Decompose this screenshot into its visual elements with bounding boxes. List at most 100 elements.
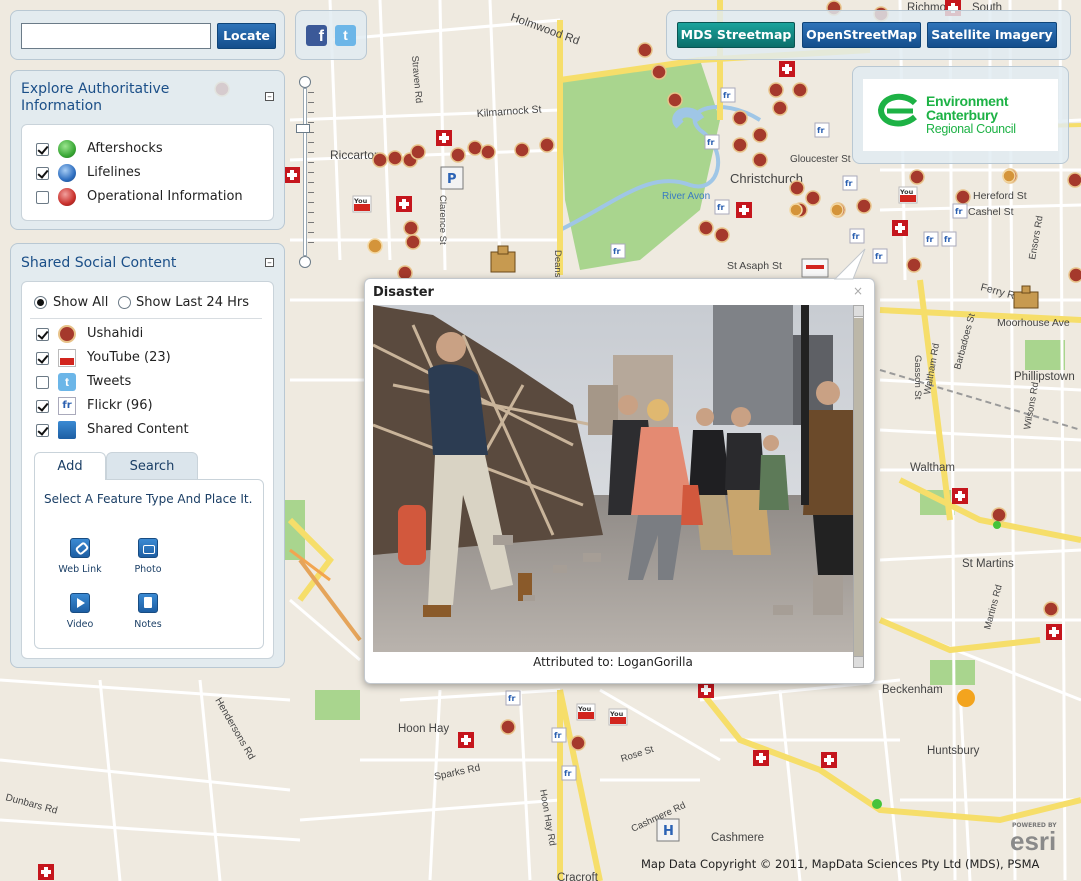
search-input[interactable]	[21, 23, 211, 49]
esri-logo: POWERED BY esri	[1010, 822, 1072, 856]
youtube-label: YouTube (23)	[87, 350, 171, 365]
social-panel: Shared Social Content – Show All Show La…	[10, 243, 285, 668]
info-popup: Disaster × Attributed to: LoganGorilla	[364, 248, 875, 684]
youtube-checkbox[interactable]	[36, 352, 49, 365]
operational-information-icon	[58, 188, 76, 206]
svg-text:fr: fr	[508, 694, 515, 703]
show-last-24-hrs-label: Show Last 24 Hrs	[136, 295, 249, 310]
show-all-label: Show All	[53, 295, 109, 310]
video-tool[interactable]	[70, 593, 90, 613]
openstreetmap-button[interactable]: OpenStreetMap	[802, 22, 921, 48]
map-label: Beckenham	[882, 684, 943, 696]
tab-add[interactable]: Add	[34, 452, 106, 480]
logo-line-3: Regional Council	[926, 122, 1016, 136]
popup-close-button[interactable]: ×	[853, 284, 863, 298]
svg-text:fr: fr	[723, 91, 730, 100]
scroll-up-icon[interactable]	[854, 306, 863, 317]
map-label: River Avon	[662, 191, 710, 202]
notes-label: Notes	[134, 619, 162, 630]
camera-icon	[143, 545, 155, 554]
map-label: Hereford St	[973, 190, 1027, 202]
facebook-icon[interactable]: f	[306, 25, 327, 46]
social-layer-list: Show All Show Last 24 Hrs Ushahidi YouTu…	[21, 281, 274, 659]
ushahidi-icon	[58, 325, 76, 343]
svg-text:You: You	[577, 705, 592, 713]
svg-text:fr: fr	[955, 207, 962, 216]
aftershock-marker[interactable]	[872, 799, 882, 809]
scroll-thumb[interactable]	[854, 318, 863, 656]
svg-text:P: P	[447, 172, 457, 187]
collapse-explore-button[interactable]: –	[265, 92, 274, 102]
zoom-handle[interactable]	[296, 124, 310, 133]
explore-title: Explore Authoritative Information	[21, 81, 170, 114]
map-label: Hoon Hay	[398, 723, 449, 735]
tweets-checkbox[interactable]	[36, 376, 49, 389]
mds-streetmap-button[interactable]: MDS Streetmap	[677, 22, 795, 48]
scroll-down-icon[interactable]	[854, 656, 863, 667]
play-icon	[77, 598, 85, 608]
aftershock-marker[interactable]	[993, 521, 1001, 529]
map-label: Gloucester St	[790, 154, 851, 165]
logo-line-2: Canterbury	[926, 107, 998, 123]
svg-text:You: You	[609, 710, 624, 718]
add-tab-panel: Select A Feature Type And Place It. Web …	[34, 479, 264, 649]
explore-panel: Explore Authoritative Information – Afte…	[10, 70, 285, 230]
zoom-in-icon[interactable]	[299, 76, 311, 88]
logo-panel: Environment Canterbury Regional Council	[852, 66, 1069, 164]
popup-pointer	[833, 248, 866, 280]
zoom-slider[interactable]	[296, 76, 314, 268]
explore-layer-list: Aftershocks Lifelines Operational Inform…	[21, 124, 274, 221]
twitter-icon: t	[58, 373, 76, 391]
svg-text:fr: fr	[817, 126, 824, 135]
map-label: Cracroft	[557, 872, 599, 881]
twitter-icon[interactable]: t	[335, 25, 356, 46]
basemap-panel: MDS Streetmap OpenStreetMap Satellite Im…	[666, 10, 1071, 60]
svg-text:fr: fr	[613, 247, 620, 256]
video-label: Video	[66, 619, 94, 630]
photo-tool[interactable]	[138, 538, 158, 558]
svg-text:fr: fr	[875, 252, 882, 261]
show-all-radio[interactable]	[34, 296, 47, 309]
shared-content-icon	[58, 421, 76, 439]
lifelines-checkbox[interactable]	[36, 167, 49, 180]
tab-search[interactable]: Search	[106, 452, 198, 480]
map-label: Waltham	[910, 462, 955, 474]
map-label: Phillipstown	[1014, 371, 1075, 383]
popup-scrollbar[interactable]	[853, 305, 864, 668]
locate-button[interactable]: Locate	[217, 23, 276, 49]
youtube-icon	[58, 349, 76, 367]
svg-text:fr: fr	[717, 203, 724, 212]
show-last-24-hrs-radio[interactable]	[118, 296, 131, 309]
map-label: Huntsbury	[927, 745, 980, 757]
map-copyright: Map Data Copyright © 2011, MapData Scien…	[641, 857, 1040, 871]
ushahidi-checkbox[interactable]	[36, 328, 49, 341]
collapse-social-button[interactable]: –	[265, 258, 274, 268]
shared-content-checkbox[interactable]	[36, 424, 49, 437]
map-label: Moorhouse Ave	[997, 317, 1070, 329]
zoom-out-icon[interactable]	[299, 256, 311, 268]
lifelines-label: Lifelines	[87, 165, 141, 180]
satellite-imagery-button[interactable]: Satellite Imagery	[927, 22, 1057, 48]
web-link-tool[interactable]	[70, 538, 90, 558]
operational-information-checkbox[interactable]	[36, 191, 49, 204]
aftershock-marker[interactable]	[957, 689, 975, 707]
note-icon	[144, 597, 152, 608]
map-label: St Martins	[962, 558, 1014, 570]
flickr-checkbox[interactable]	[36, 400, 49, 413]
web-link-label: Web Link	[58, 564, 102, 575]
ecan-swoosh-icon	[877, 93, 918, 127]
flickr-label: Flickr (96)	[87, 398, 153, 413]
svg-text:fr: fr	[944, 235, 951, 244]
map-label: St Asaph St	[727, 260, 782, 272]
svg-text:You: You	[899, 188, 914, 196]
flickr-icon: fr	[58, 397, 76, 415]
aftershocks-checkbox[interactable]	[36, 143, 49, 156]
svg-text:You: You	[353, 197, 368, 205]
notes-tool[interactable]	[138, 593, 158, 613]
esri-name: esri	[1010, 826, 1057, 856]
disaster-photo[interactable]	[373, 305, 853, 652]
divider	[30, 318, 262, 319]
svg-text:H: H	[663, 824, 674, 839]
svg-text:fr: fr	[845, 179, 852, 188]
svg-text:fr: fr	[852, 232, 859, 241]
